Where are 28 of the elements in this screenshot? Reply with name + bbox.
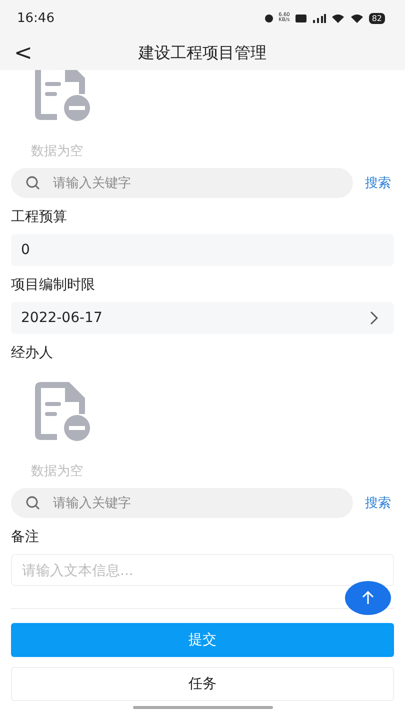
search-button[interactable]: 搜索: [365, 174, 394, 192]
signal-icon: [312, 13, 326, 23]
scroll-top-button[interactable]: [345, 581, 391, 615]
date-picker[interactable]: 2022-06-17: [11, 302, 394, 334]
status-time: 16:46: [17, 10, 54, 26]
field-label: 项目编制时限: [11, 276, 96, 294]
search-field[interactable]: 请输入关键字: [51, 174, 339, 192]
battery-level: 82: [368, 12, 385, 24]
task-button[interactable]: 任务: [11, 667, 394, 701]
wifi-icon: [350, 13, 364, 23]
search-icon: [25, 495, 41, 511]
search-button[interactable]: 搜索: [365, 494, 394, 512]
back-button[interactable]: <: [0, 40, 42, 66]
field-label: 工程预算: [11, 208, 68, 226]
search-field[interactable]: 请输入关键字: [51, 494, 339, 512]
field-label: 经办人: [11, 344, 54, 362]
page-title: 建设工程项目管理: [138, 42, 266, 64]
budget-field[interactable]: 0: [11, 234, 394, 266]
arrow-up-icon: [362, 591, 374, 605]
chevron-right-icon: [370, 311, 378, 325]
empty-text: 数据为空: [31, 143, 84, 160]
wifi-icon: [330, 13, 345, 23]
search-icon: [25, 175, 41, 191]
field-label: 备注: [11, 528, 40, 546]
remark-field[interactable]: 请输入文本信息...: [11, 554, 394, 586]
search-bar[interactable]: 请输入关键字: [11, 488, 353, 518]
empty-text: 数据为空: [31, 463, 84, 480]
search-bar[interactable]: 请输入关键字: [11, 168, 353, 198]
